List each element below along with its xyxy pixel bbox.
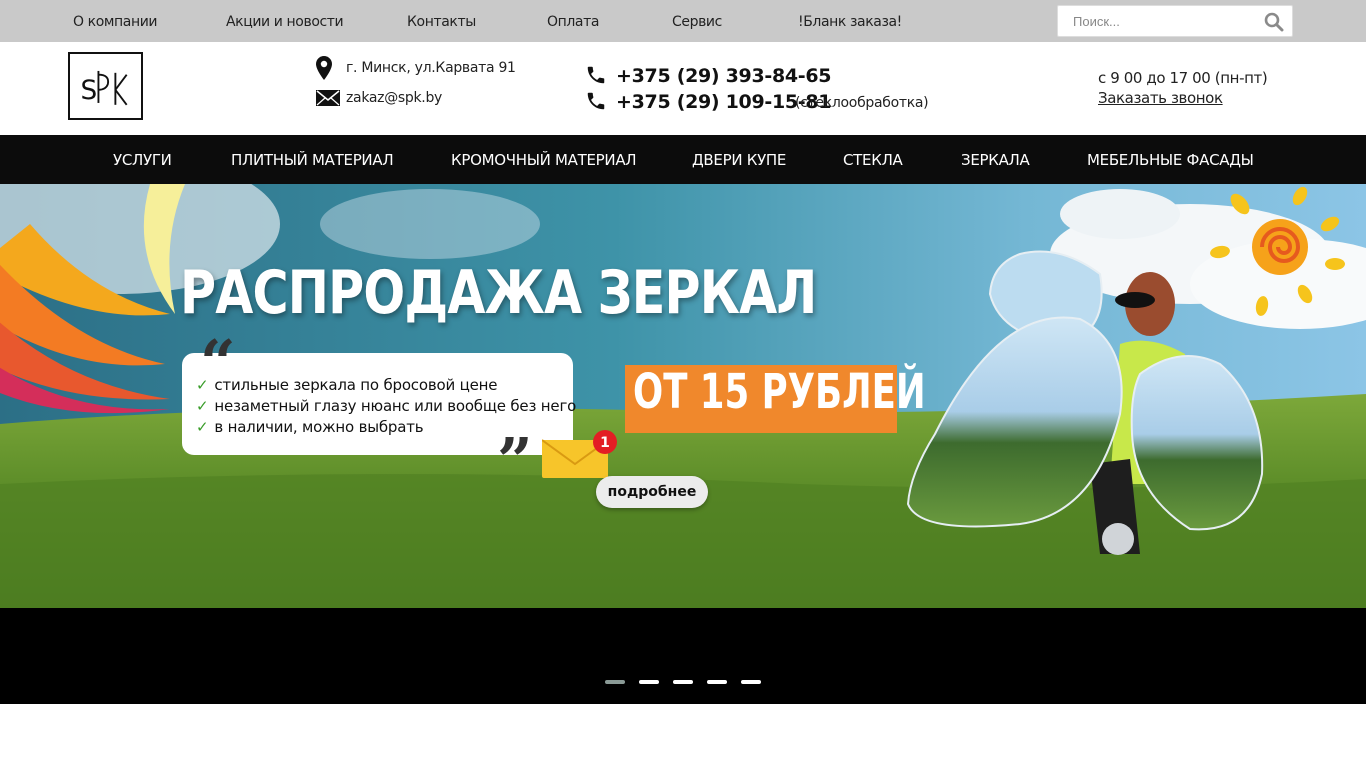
bullet-text: незаметный глазу нюанс или вообще без не…	[214, 397, 577, 415]
main-nav: УСЛУГИ ПЛИТНЫЙ МАТЕРИАЛ КРОМОЧНЫЙ МАТЕРИ…	[0, 135, 1366, 184]
slider-dot[interactable]	[673, 680, 693, 684]
slider-dot[interactable]	[707, 680, 727, 684]
search-box	[1057, 5, 1293, 37]
mail-icon	[316, 90, 340, 106]
slider-dot[interactable]	[741, 680, 761, 684]
nav-item-board-material[interactable]: ПЛИТНЫЙ МАТЕРИАЛ	[231, 151, 394, 169]
banner-title: РАСПРОДАЖА ЗЕРКАЛ	[180, 258, 817, 328]
envelope-icon: 1	[542, 430, 617, 478]
site-header: S г. Минск, ул.Карвата 91 zakaz@spk.by +…	[0, 42, 1366, 135]
nav-item-furniture-facades[interactable]: МЕБЕЛЬНЫЕ ФАСАДЫ	[1087, 151, 1254, 169]
slider-dot[interactable]	[605, 680, 625, 684]
svg-text:S: S	[81, 76, 97, 106]
banner-bullet: ✓ незаметный глазу нюанс или вообще без н…	[196, 397, 576, 415]
nav-item-glass[interactable]: СТЕКЛА	[843, 151, 903, 169]
phone-icon	[587, 92, 605, 110]
price-text: ОТ 15 РУБЛЕЙ	[633, 364, 926, 420]
topnav-link-news[interactable]: Акции и новости	[226, 14, 344, 30]
email-link[interactable]: zakaz@spk.by	[346, 90, 442, 106]
topnav-link-service[interactable]: Сервис	[672, 14, 722, 30]
bullet-text: стильные зеркала по бросовой цене	[214, 376, 498, 394]
banner-bullet: ✓ стильные зеркала по бросовой цене	[196, 376, 497, 394]
search-icon[interactable]	[1264, 12, 1284, 32]
topnav-link-payment[interactable]: Оплата	[547, 14, 599, 30]
check-icon: ✓	[196, 376, 209, 394]
logo[interactable]: S	[68, 52, 143, 120]
address-text: г. Минск, ул.Карвата 91	[346, 60, 516, 76]
slider-dot[interactable]	[639, 680, 659, 684]
check-icon: ✓	[196, 397, 209, 415]
quote-close-icon: ”	[497, 424, 533, 497]
working-hours: с 9 00 до 17 00 (пн-пт)	[1098, 69, 1268, 87]
nav-item-sliding-doors[interactable]: ДВЕРИ КУПЕ	[692, 151, 786, 169]
notification-count: 1	[600, 435, 610, 451]
nav-item-mirrors[interactable]: ЗЕРКАЛА	[961, 151, 1030, 169]
banner-bullet: ✓ в наличии, можно выбрать	[196, 418, 424, 436]
more-button[interactable]: подробнее	[596, 476, 708, 508]
nav-item-services[interactable]: УСЛУГИ	[113, 151, 172, 169]
topnav-link-about[interactable]: О компании	[73, 14, 158, 30]
bullet-text: в наличии, можно выбрать	[214, 418, 424, 436]
location-pin-icon	[316, 56, 332, 80]
check-icon: ✓	[196, 418, 209, 436]
hero-banner[interactable]: РАСПРОДАЖА ЗЕРКАЛ “ ✓ стильные зеркала по…	[0, 184, 1366, 608]
phone-link-main[interactable]: +375 (29) 393-84-65	[616, 65, 832, 87]
topnav-link-contacts[interactable]: Контакты	[407, 14, 476, 30]
search-input[interactable]	[1058, 6, 1258, 36]
phone-note: (стеклообработка)	[795, 95, 929, 111]
top-bar: О компании Акции и новости Контакты Опла…	[0, 0, 1366, 42]
nav-item-edge-material[interactable]: КРОМОЧНЫЙ МАТЕРИАЛ	[451, 151, 637, 169]
phone-icon	[587, 66, 605, 84]
slider-controls	[0, 608, 1366, 704]
callback-link[interactable]: Заказать звонок	[1098, 89, 1223, 107]
topnav-link-order-form[interactable]: !Бланк заказа!	[798, 14, 902, 30]
